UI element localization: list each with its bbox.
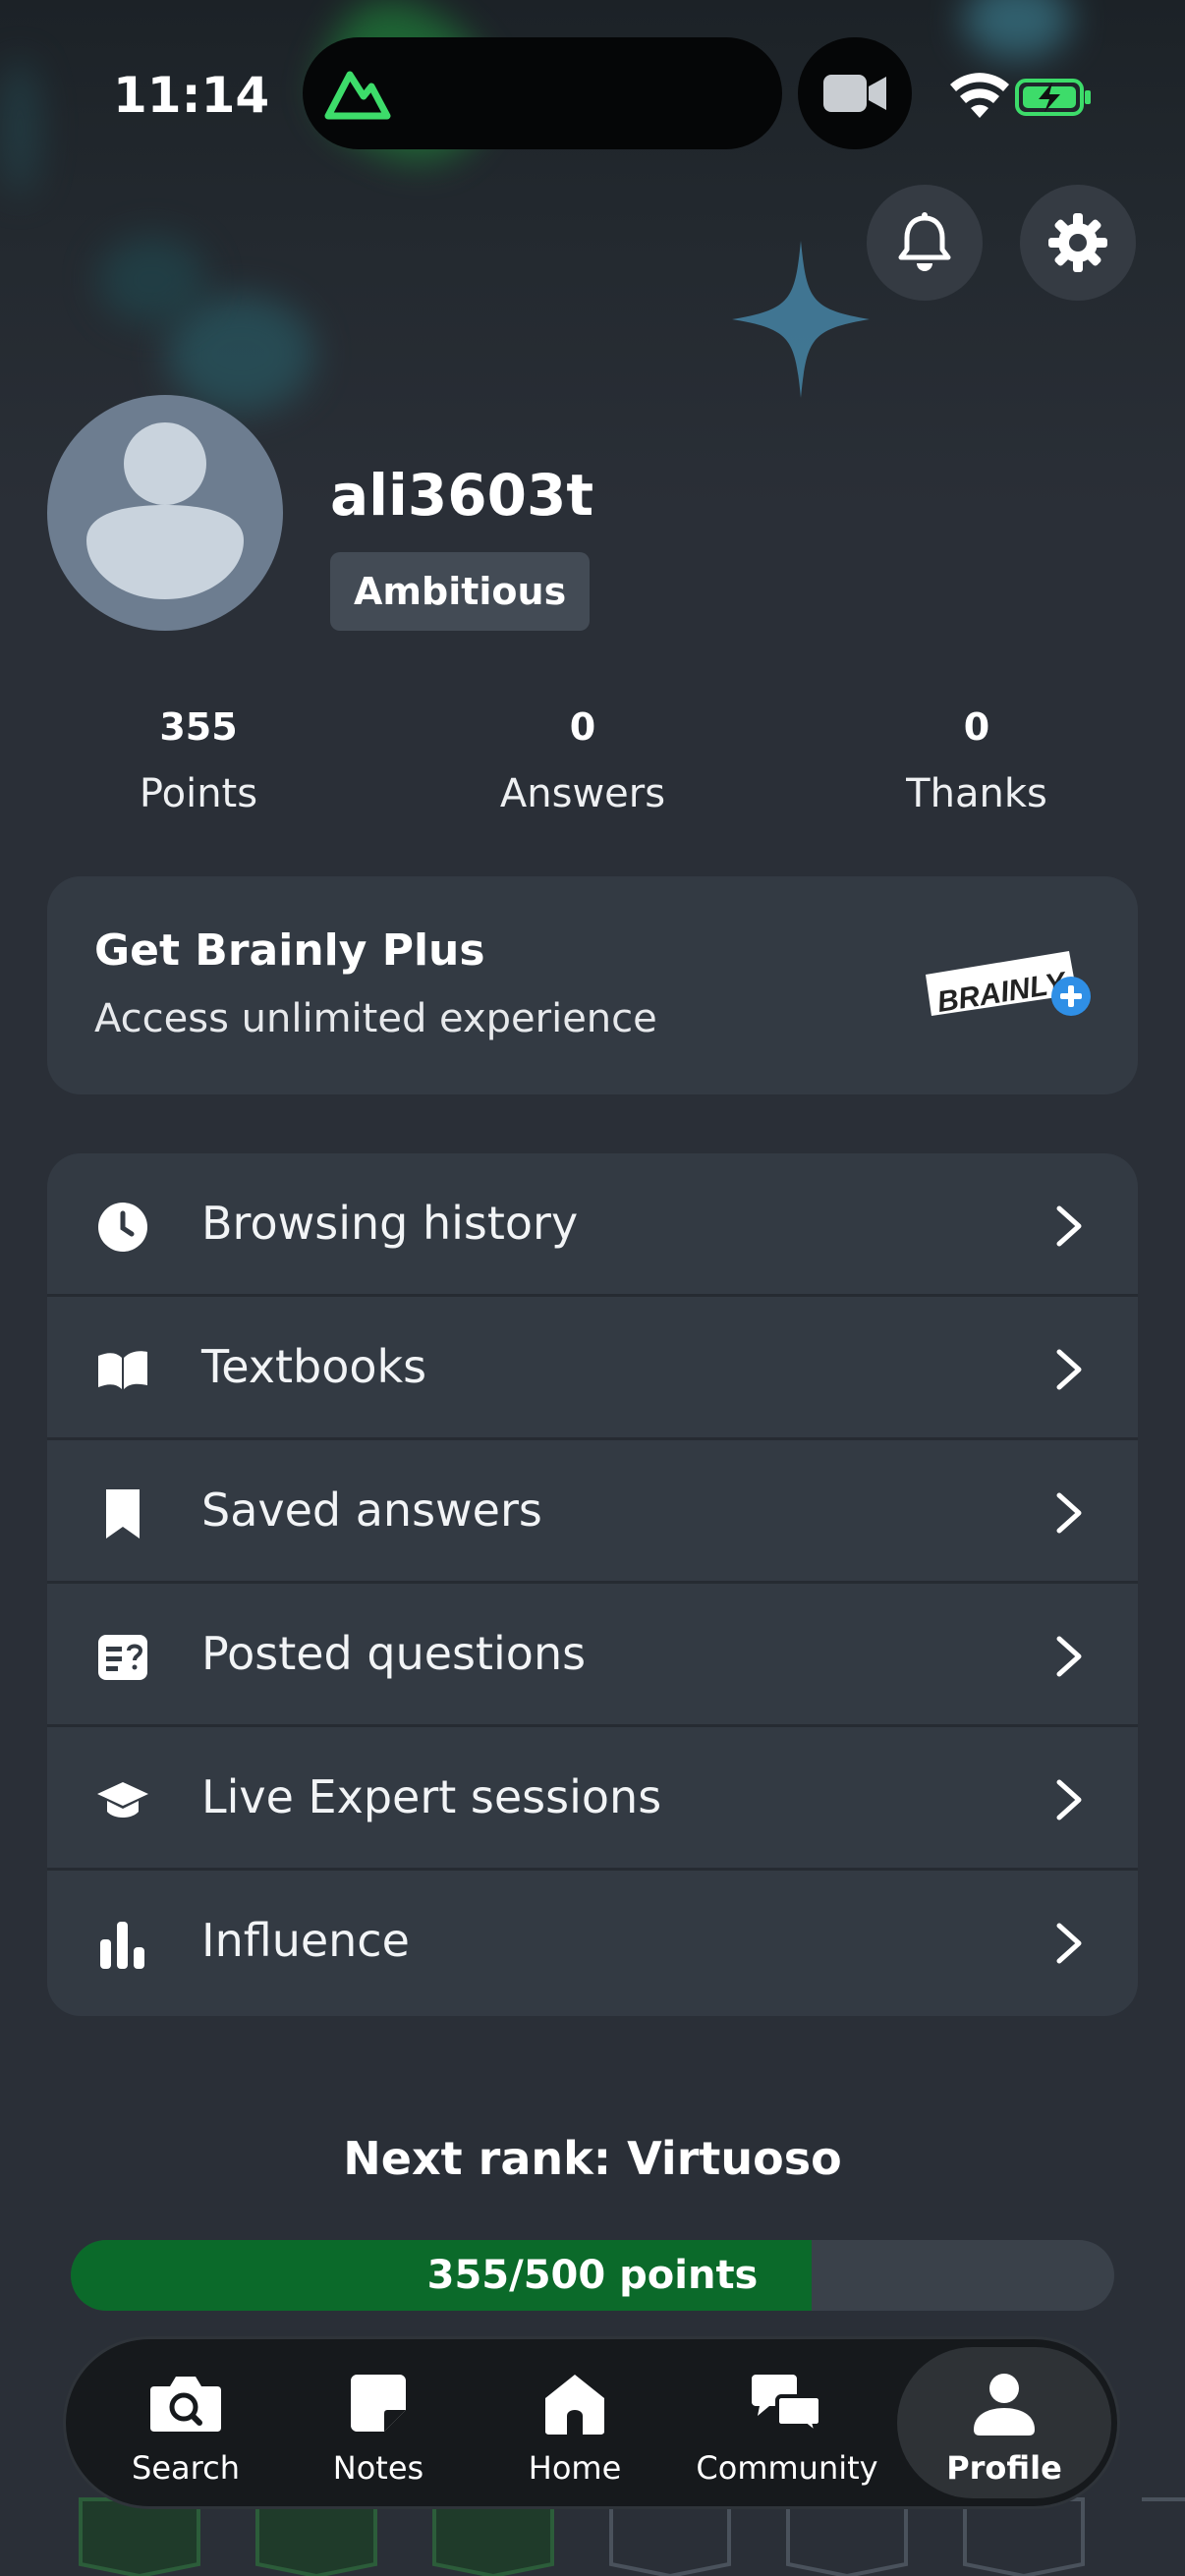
camera-search-icon [150, 2377, 221, 2432]
note-icon [351, 2375, 406, 2432]
decorative-sparkle [98, 236, 206, 324]
menu-item-posted-questions[interactable]: Posted questions [47, 1584, 1138, 1727]
menu-label: Influence [201, 1914, 410, 1967]
tab-search[interactable]: Search [87, 2339, 284, 2506]
book-icon [98, 1351, 147, 1389]
status-time: 11:14 [113, 67, 270, 124]
menu-label: Live Expert sessions [201, 1770, 662, 1823]
star-sparkle-icon [732, 241, 870, 398]
settings-button[interactable] [1020, 185, 1136, 301]
tab-label: Community [696, 2449, 878, 2487]
tab-community[interactable]: Community [689, 2339, 885, 2506]
home-icon [545, 2375, 604, 2435]
tab-profile[interactable]: Profile [897, 2347, 1111, 2498]
stat-label: Thanks [906, 771, 1047, 816]
menu-item-influence[interactable]: Influence [47, 1871, 1138, 2014]
chevron-right-icon [1056, 1492, 1082, 1534]
wifi-icon [950, 73, 1009, 118]
promo-subtitle: Access unlimited experience [94, 996, 657, 1041]
chevron-right-icon [1056, 1923, 1082, 1964]
bottom-tab-bar: Search Notes Home Community Profile [63, 2336, 1120, 2509]
app-logo-icon [324, 71, 391, 120]
stat-label: Answers [499, 771, 666, 816]
bookmark-icon [106, 1489, 140, 1539]
next-rank-label: Next rank: Virtuoso [343, 2132, 842, 2185]
stat-value: 0 [963, 705, 990, 749]
menu-label: Browsing history [201, 1197, 579, 1250]
username: ali3603t [330, 462, 594, 529]
stat-label: Points [139, 771, 258, 816]
avatar[interactable] [47, 395, 283, 631]
stat-value: 0 [569, 705, 596, 749]
tab-label: Home [528, 2449, 622, 2487]
promo-title: Get Brainly Plus [94, 925, 485, 976]
menu-item-textbooks[interactable]: Textbooks [47, 1297, 1138, 1440]
chevron-right-icon [1056, 1205, 1082, 1247]
decorative-sparkle [167, 295, 314, 413]
profile-menu: Browsing history Textbooks Saved answers… [47, 1153, 1138, 2016]
chevron-right-icon [1056, 1636, 1082, 1677]
menu-label: Textbooks [201, 1340, 427, 1393]
camera-indicator [798, 37, 912, 149]
video-camera-icon [823, 75, 886, 112]
tab-label: Notes [332, 2449, 424, 2487]
question-card-icon [98, 1635, 147, 1680]
status-icons [950, 73, 1091, 118]
person-placeholder-icon [86, 422, 244, 599]
bell-icon [898, 212, 951, 271]
progress-text: 355/500 points [426, 2253, 759, 2298]
menu-item-saved-answers[interactable]: Saved answers [47, 1440, 1138, 1584]
menu-label: Posted questions [201, 1627, 587, 1680]
person-icon [974, 2374, 1035, 2436]
menu-label: Saved answers [201, 1484, 542, 1537]
tab-notes[interactable]: Notes [280, 2339, 477, 2506]
stat-value: 355 [159, 705, 238, 749]
menu-item-live-expert-sessions[interactable]: Live Expert sessions [47, 1727, 1138, 1871]
menu-item-browsing-history[interactable]: Browsing history [47, 1153, 1138, 1297]
brainly-plus-logo: BRAINLY [926, 951, 1091, 1019]
chevron-right-icon [1056, 1349, 1082, 1390]
dynamic-island [303, 37, 782, 149]
stat-answers: 0 Answers [455, 700, 710, 823]
rank-progress-bar: 355/500 points [71, 2240, 1114, 2311]
notifications-button[interactable] [867, 185, 983, 301]
clock-icon [98, 1203, 147, 1252]
chat-bubbles-icon [752, 2375, 822, 2436]
bar-chart-icon [100, 1922, 144, 1969]
gear-icon [1048, 213, 1107, 272]
tab-label: Search [132, 2449, 240, 2487]
stat-thanks: 0 Thanks [849, 700, 1104, 823]
battery-charging-icon [1015, 79, 1091, 116]
tab-label: Profile [946, 2449, 1062, 2487]
graduation-cap-icon [97, 1782, 148, 1818]
stat-points: 355 Points [71, 700, 326, 823]
rank-badge: Ambitious [330, 552, 591, 631]
brainly-plus-card[interactable]: Get Brainly Plus Access unlimited experi… [47, 876, 1138, 1094]
decorative-sparkle [0, 59, 39, 196]
chevron-right-icon [1056, 1779, 1082, 1820]
tab-home[interactable]: Home [477, 2339, 673, 2506]
